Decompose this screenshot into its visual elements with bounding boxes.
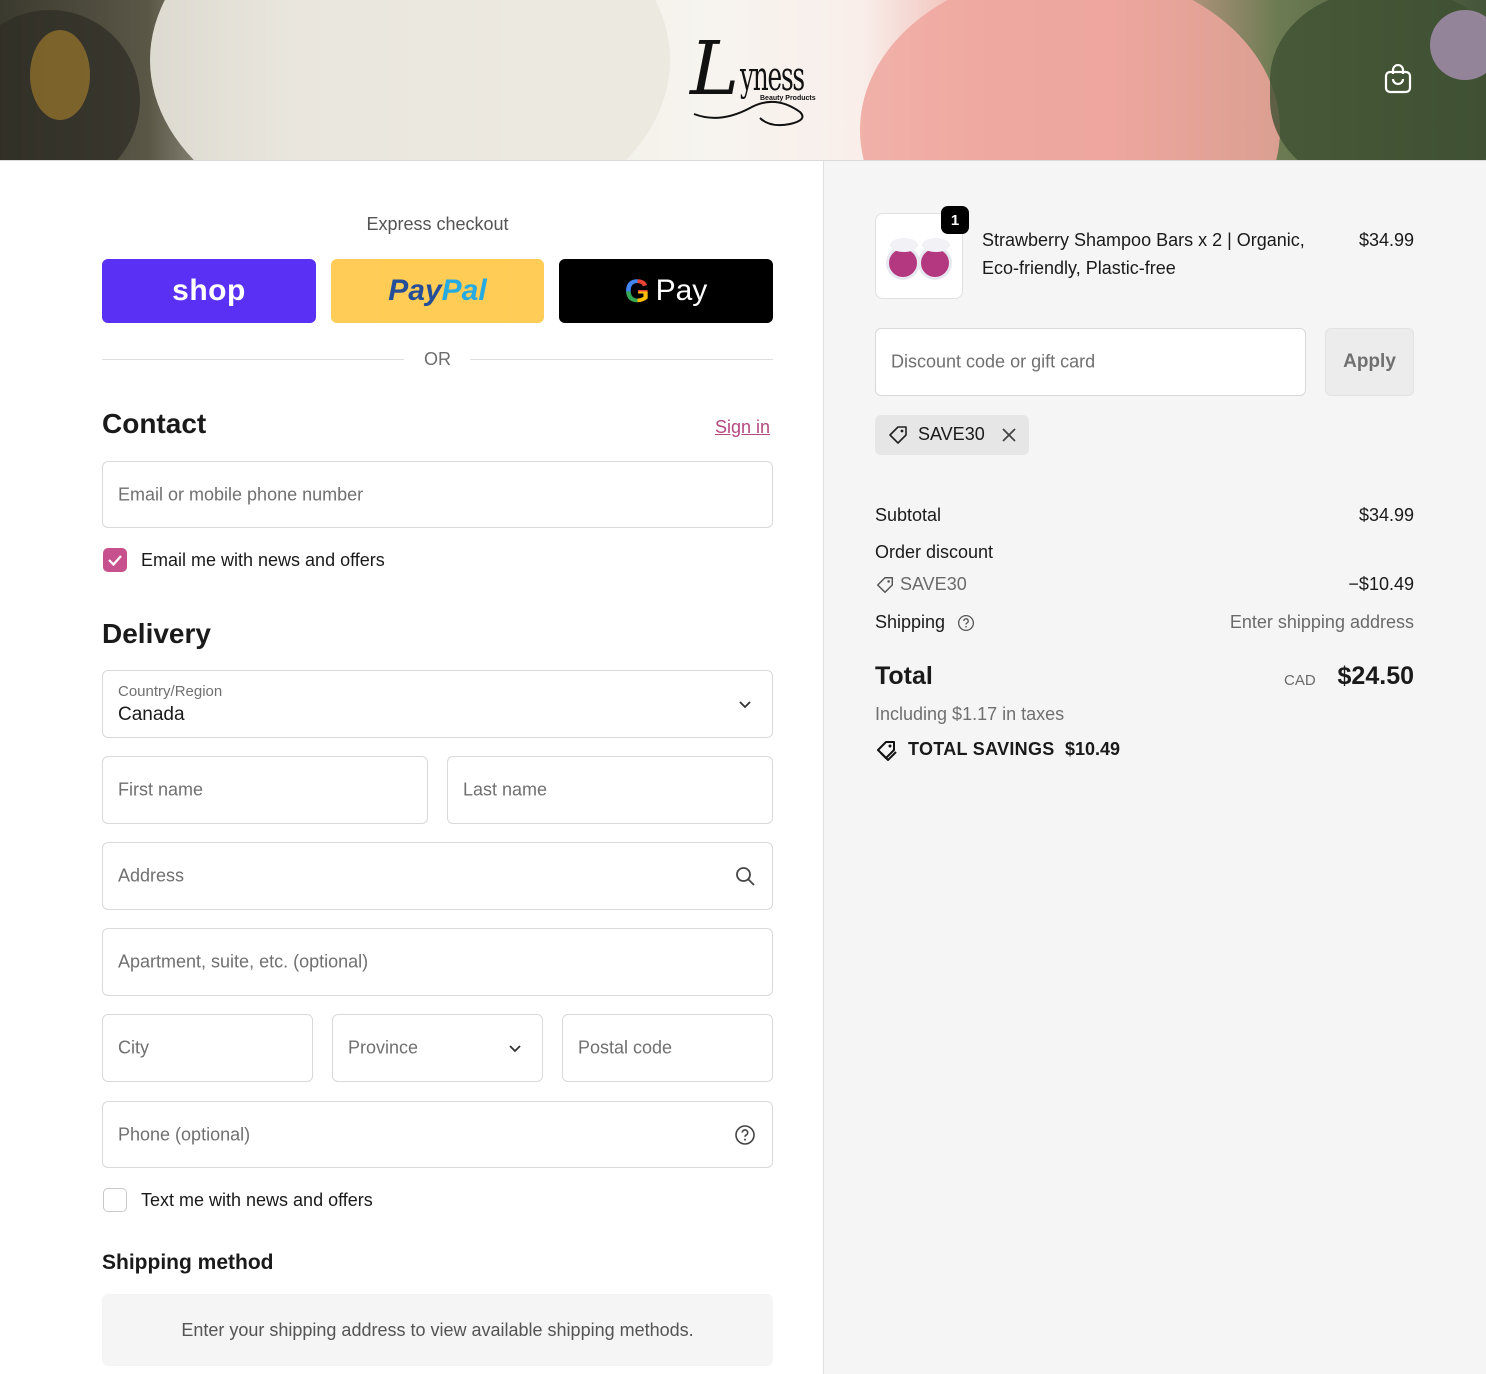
chevron-down-icon bbox=[739, 701, 751, 709]
or-divider-label: OR bbox=[424, 349, 451, 369]
total-savings-label: TOTAL SAVINGS bbox=[908, 739, 1055, 759]
tag-icon bbox=[889, 426, 907, 444]
store-logo[interactable]: L yness Beauty Products bbox=[690, 24, 825, 134]
paypal-label-pal: Pal bbox=[441, 274, 487, 307]
email-field[interactable]: Email or mobile phone number bbox=[102, 461, 773, 528]
checkmark-icon bbox=[108, 555, 122, 567]
shipping-method-heading: Shipping method bbox=[102, 1251, 274, 1274]
close-icon[interactable] bbox=[999, 425, 1019, 445]
product-name-line2: Eco-friendly, Plastic-free bbox=[982, 258, 1176, 278]
applied-code-chip: SAVE30 bbox=[875, 415, 1029, 455]
search-icon[interactable] bbox=[734, 865, 756, 887]
discount-code-field[interactable]: Discount code or gift card bbox=[875, 328, 1306, 396]
taxes-note: Including $1.17 in taxes bbox=[875, 704, 1065, 724]
help-circle-icon[interactable] bbox=[734, 1124, 756, 1146]
text-news-label: Text me with news and offers bbox=[141, 1190, 373, 1210]
shop-pay-label: shop bbox=[172, 274, 246, 307]
savings-tag-icon bbox=[877, 741, 897, 761]
quantity-badge: 1 bbox=[941, 206, 969, 234]
total-label: Total bbox=[875, 662, 933, 690]
discount-code-placeholder: Discount code or gift card bbox=[891, 351, 1096, 372]
email-placeholder: Email or mobile phone number bbox=[118, 484, 364, 504]
chevron-down-icon bbox=[509, 1045, 521, 1053]
apartment-placeholder: Apartment, suite, etc. (optional) bbox=[118, 951, 369, 972]
applied-code-label: SAVE30 bbox=[918, 424, 985, 444]
postal-code-field[interactable]: Postal code bbox=[562, 1014, 773, 1082]
shop-pay-button[interactable]: shop bbox=[102, 259, 316, 323]
apply-button-label: Apply bbox=[1343, 351, 1396, 372]
subtotal-value: $34.99 bbox=[1358, 505, 1414, 525]
address-placeholder: Address bbox=[118, 865, 185, 886]
discount-value: −$10.49 bbox=[1348, 574, 1414, 594]
paypal-button[interactable]: Pay Pal bbox=[331, 259, 544, 323]
country-select-label: Country/Region bbox=[118, 683, 223, 700]
divider-left bbox=[102, 359, 404, 360]
apply-button[interactable]: Apply bbox=[1325, 328, 1414, 396]
text-news-checkbox[interactable] bbox=[103, 1188, 127, 1212]
google-pay-button[interactable]: G Pay bbox=[559, 259, 773, 323]
delivery-heading: Delivery bbox=[102, 618, 211, 649]
apartment-field[interactable]: Apartment, suite, etc. (optional) bbox=[102, 928, 773, 996]
sign-in-link[interactable]: Sign in bbox=[715, 417, 770, 438]
header-banner: L yness Beauty Products bbox=[0, 0, 1486, 161]
last-name-field[interactable]: Last name bbox=[447, 756, 773, 824]
tag-icon bbox=[877, 577, 893, 593]
contact-heading: Contact bbox=[102, 408, 207, 439]
country-select[interactable]: Country/Region Canada bbox=[102, 670, 773, 738]
express-checkout-title: Express checkout bbox=[366, 214, 509, 234]
shipping-method-notice: Enter your shipping address to view avai… bbox=[102, 1294, 773, 1366]
city-placeholder: City bbox=[118, 1037, 149, 1058]
email-news-label: Email me with news and offers bbox=[141, 550, 385, 570]
email-news-checkbox[interactable] bbox=[103, 548, 127, 572]
province-select[interactable]: Province bbox=[332, 1014, 543, 1082]
phone-field[interactable]: Phone (optional) bbox=[102, 1101, 773, 1168]
total-value: $24.50 bbox=[1337, 662, 1414, 690]
phone-placeholder: Phone (optional) bbox=[118, 1124, 251, 1144]
order-discount-label: Order discount bbox=[875, 542, 994, 562]
shipping-value: Enter shipping address bbox=[1229, 612, 1414, 632]
last-name-placeholder: Last name bbox=[463, 779, 548, 800]
google-pay-label: Pay bbox=[655, 274, 708, 307]
shopping-bag-icon[interactable] bbox=[1384, 64, 1412, 94]
city-field[interactable]: City bbox=[102, 1014, 313, 1082]
total-savings-value: $10.49 bbox=[1065, 739, 1121, 759]
postal-code-placeholder: Postal code bbox=[578, 1037, 673, 1058]
shipping-method-notice-text: Enter your shipping address to view avai… bbox=[181, 1319, 694, 1340]
province-placeholder: Province bbox=[348, 1037, 419, 1058]
google-g-icon: G bbox=[624, 272, 650, 309]
product-name-line1: Strawberry Shampoo Bars x 2 | Organic, bbox=[982, 230, 1305, 250]
help-circle-icon[interactable] bbox=[957, 614, 975, 632]
subtotal-label: Subtotal bbox=[875, 505, 942, 525]
logo-swash-icon bbox=[693, 101, 804, 127]
paypal-label-pay: Pay bbox=[388, 274, 442, 307]
divider-right bbox=[470, 359, 773, 360]
first-name-field[interactable]: First name bbox=[102, 756, 428, 824]
product-price: $34.99 bbox=[1358, 230, 1414, 250]
country-select-value: Canada bbox=[118, 704, 185, 725]
address-field[interactable]: Address bbox=[102, 842, 773, 910]
first-name-placeholder: First name bbox=[118, 779, 204, 800]
discount-code-label: SAVE30 bbox=[900, 574, 967, 594]
shipping-label: Shipping bbox=[875, 612, 946, 632]
